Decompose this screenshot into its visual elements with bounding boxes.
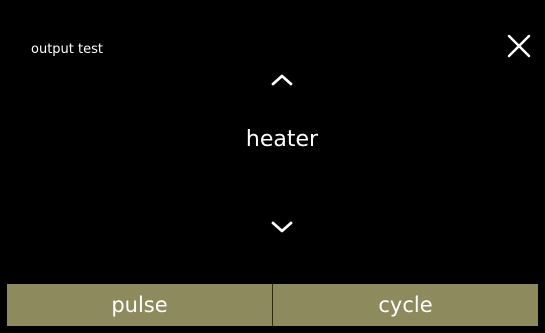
scroll-down-button[interactable]	[262, 214, 302, 240]
close-button[interactable]	[501, 28, 537, 64]
chevron-down-icon	[271, 221, 293, 233]
pulse-button[interactable]: pulse	[7, 284, 272, 326]
output-test-screen: output test heater	[7, 8, 538, 326]
cycle-button[interactable]: cycle	[273, 284, 538, 326]
selected-output: heater	[245, 127, 319, 152]
scroll-up-button[interactable]	[262, 67, 302, 93]
page-title: output test	[31, 42, 103, 57]
action-bar: pulse cycle	[7, 284, 538, 326]
chevron-up-icon	[271, 74, 293, 86]
close-icon	[507, 34, 531, 58]
